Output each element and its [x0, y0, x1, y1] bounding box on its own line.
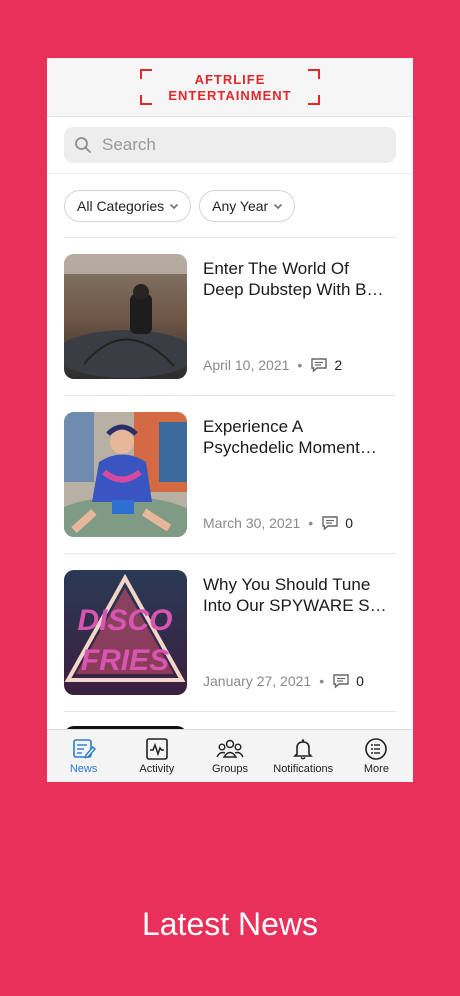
- thumb-text-line-1: DISCO: [77, 604, 172, 637]
- comment-count: 0: [356, 673, 364, 689]
- logo-line-2: ENTERTAINMENT: [168, 88, 292, 103]
- tab-activity-label: Activity: [139, 762, 175, 775]
- comment-icon: [311, 358, 328, 373]
- article-thumbnail: DISCO FRIES: [64, 570, 187, 695]
- search-input[interactable]: Search: [64, 127, 396, 163]
- article-item[interactable]: DISCO FRIES Why You Should Tune Into Our…: [64, 554, 396, 712]
- filter-row: All Categories Any Year: [64, 174, 396, 238]
- bell-icon: [293, 738, 314, 759]
- article-meta: January 27, 2021 • 0: [203, 673, 364, 689]
- bottom-tab-bar: News Activity Groups Notifications More: [47, 729, 413, 782]
- chevron-down-icon: [170, 203, 179, 210]
- article-meta: March 30, 2021 • 0: [203, 515, 353, 531]
- article-title: Experience A Psychedelic Moment…: [203, 417, 377, 457]
- search-placeholder: Search: [102, 135, 156, 154]
- article-date: April 10, 2021: [203, 357, 290, 373]
- article-item[interactable]: Experience A Psychedelic Moment… March 3…: [64, 396, 396, 554]
- comment-icon: [322, 516, 338, 531]
- chevron-down-icon: [274, 203, 283, 210]
- news-icon: [72, 738, 96, 758]
- article-title: Enter The World Of Deep Dubstep With B…: [203, 259, 384, 299]
- brand-logo: AFTRLIFE ENTERTAINMENT: [140, 69, 320, 105]
- article-date: January 27, 2021: [203, 673, 312, 689]
- comment-icon: [333, 674, 349, 689]
- year-filter[interactable]: Any Year: [199, 190, 296, 222]
- article-thumbnail: [64, 254, 187, 379]
- more-list-icon: [365, 737, 388, 760]
- search-bar-container: Search: [47, 117, 413, 174]
- tab-more-label: More: [363, 762, 389, 775]
- groups-icon: [216, 739, 244, 758]
- tab-groups-label: Groups: [211, 762, 249, 775]
- app-screen: AFTRLIFE ENTERTAINMENT Search All Catego…: [47, 58, 413, 782]
- search-icon: [75, 137, 91, 153]
- tab-notifications-label: Notifications: [273, 762, 334, 775]
- tab-news[interactable]: News: [47, 730, 120, 782]
- comment-count: 0: [345, 515, 353, 531]
- article-date: March 30, 2021: [203, 515, 301, 531]
- article-item[interactable]: Enter The World Of Deep Dubstep With B… …: [64, 238, 396, 396]
- year-filter-label: Any Year: [212, 198, 269, 214]
- tab-more[interactable]: More: [340, 730, 413, 782]
- tab-activity[interactable]: Activity: [120, 730, 193, 782]
- app-header: AFTRLIFE ENTERTAINMENT: [47, 58, 413, 117]
- activity-icon: [145, 737, 168, 760]
- tab-news-label: News: [69, 762, 98, 775]
- tab-notifications[interactable]: Notifications: [267, 730, 340, 782]
- promo-caption: Latest News: [141, 906, 319, 942]
- comment-count: 2: [334, 357, 343, 373]
- category-filter-label: All Categories: [77, 198, 165, 214]
- tab-groups[interactable]: Groups: [193, 730, 266, 782]
- article-meta: April 10, 2021 • 2: [203, 357, 343, 373]
- category-filter[interactable]: All Categories: [64, 190, 192, 222]
- article-thumbnail: [64, 412, 187, 537]
- thumb-text-line-2: FRIES: [81, 644, 169, 677]
- logo-line-1: AFTRLIFE: [194, 72, 266, 87]
- article-title: Why You Should Tune Into Our SPYWARE S…: [203, 575, 387, 615]
